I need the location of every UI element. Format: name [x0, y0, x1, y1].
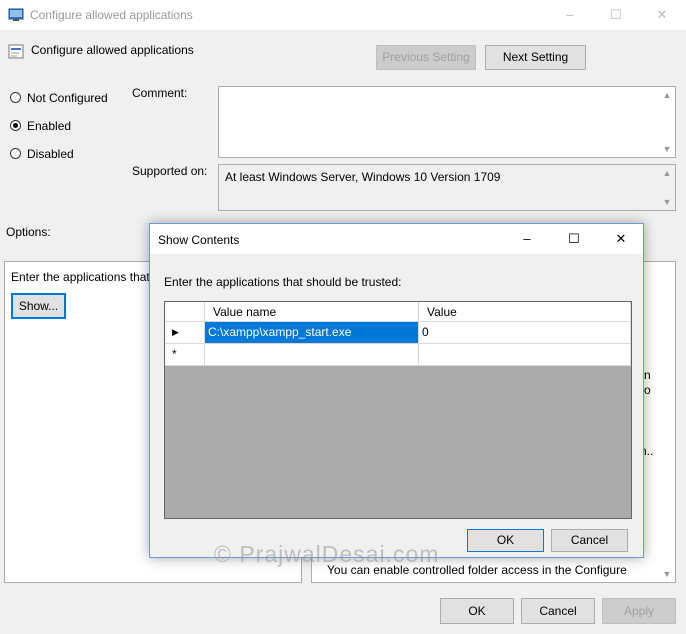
options-label: Options:	[6, 225, 51, 239]
scroll-down-icon[interactable]: ▼	[662, 569, 672, 579]
radio-enabled[interactable]	[10, 120, 21, 131]
radio-disabled[interactable]	[10, 148, 21, 159]
comment-label: Comment:	[132, 86, 188, 100]
help-fragment: o	[644, 383, 651, 397]
supported-on-label: Supported on:	[132, 164, 208, 178]
settings-icon	[8, 44, 24, 59]
apply-button[interactable]: Apply	[602, 598, 676, 624]
value-cell[interactable]	[419, 344, 631, 366]
dialog-cancel-button[interactable]: Cancel	[551, 529, 628, 552]
radio-not-configured-label: Not Configured	[27, 91, 108, 105]
dialog-prompt: Enter the applications that should be tr…	[164, 275, 402, 289]
cancel-button[interactable]: Cancel	[521, 598, 595, 624]
radio-enabled-label: Enabled	[27, 119, 72, 133]
value-name-cell[interactable]: C:\xampp\xampp_start.exe	[205, 322, 419, 344]
title-bar: Configure allowed applications – ☐ ✕	[0, 0, 686, 30]
row-marker[interactable]: ▶	[165, 322, 205, 344]
radio-disabled-label: Disabled	[27, 147, 74, 161]
help-fragment: n	[644, 368, 651, 382]
dialog-title: Show Contents	[158, 233, 240, 247]
dialog-ok-button[interactable]: OK	[467, 529, 544, 552]
comment-field[interactable]: ▲ ▼	[218, 86, 676, 158]
policy-window-icon	[8, 8, 24, 21]
previous-setting-button[interactable]: Previous Setting	[376, 45, 476, 70]
values-grid: Value name Value ▶ C:\xampp\xampp_start.…	[164, 301, 632, 519]
dialog-close-icon[interactable]: ✕	[601, 228, 641, 250]
show-button[interactable]: Show...	[11, 293, 66, 319]
maximize-icon[interactable]: ☐	[596, 4, 636, 26]
window-title: Configure allowed applications	[30, 8, 193, 22]
column-header-value[interactable]: Value	[419, 302, 631, 322]
row-marker[interactable]: *	[165, 344, 205, 366]
column-header-value-name[interactable]: Value name	[205, 302, 419, 322]
scroll-down-icon[interactable]: ▼	[662, 144, 672, 154]
scroll-down-icon[interactable]: ▼	[662, 197, 672, 207]
minimize-icon[interactable]: –	[550, 4, 590, 26]
close-icon[interactable]: ✕	[642, 4, 682, 26]
ok-button[interactable]: OK	[440, 598, 514, 624]
watermark: © PrajwalDesai.com	[214, 541, 440, 567]
options-text: Enter the applications that	[11, 270, 150, 284]
dialog-maximize-icon[interactable]: ☐	[554, 228, 594, 250]
supported-on-field: At least Windows Server, Windows 10 Vers…	[218, 164, 676, 211]
show-contents-dialog: Show Contents – ☐ ✕ Enter the applicatio…	[149, 223, 644, 558]
grid-corner	[165, 302, 205, 322]
dialog-title-bar: Show Contents – ☐ ✕	[150, 224, 643, 254]
next-setting-button[interactable]: Next Setting	[485, 45, 586, 70]
scroll-up-icon[interactable]: ▲	[662, 168, 672, 178]
scroll-up-icon[interactable]: ▲	[662, 90, 672, 100]
value-name-cell[interactable]	[205, 344, 419, 366]
dialog-minimize-icon[interactable]: –	[507, 228, 547, 250]
value-cell[interactable]: 0	[419, 322, 631, 344]
radio-not-configured[interactable]	[10, 92, 21, 103]
policy-name-label: Configure allowed applications	[31, 43, 194, 57]
supported-on-value: At least Windows Server, Windows 10 Vers…	[225, 170, 501, 184]
